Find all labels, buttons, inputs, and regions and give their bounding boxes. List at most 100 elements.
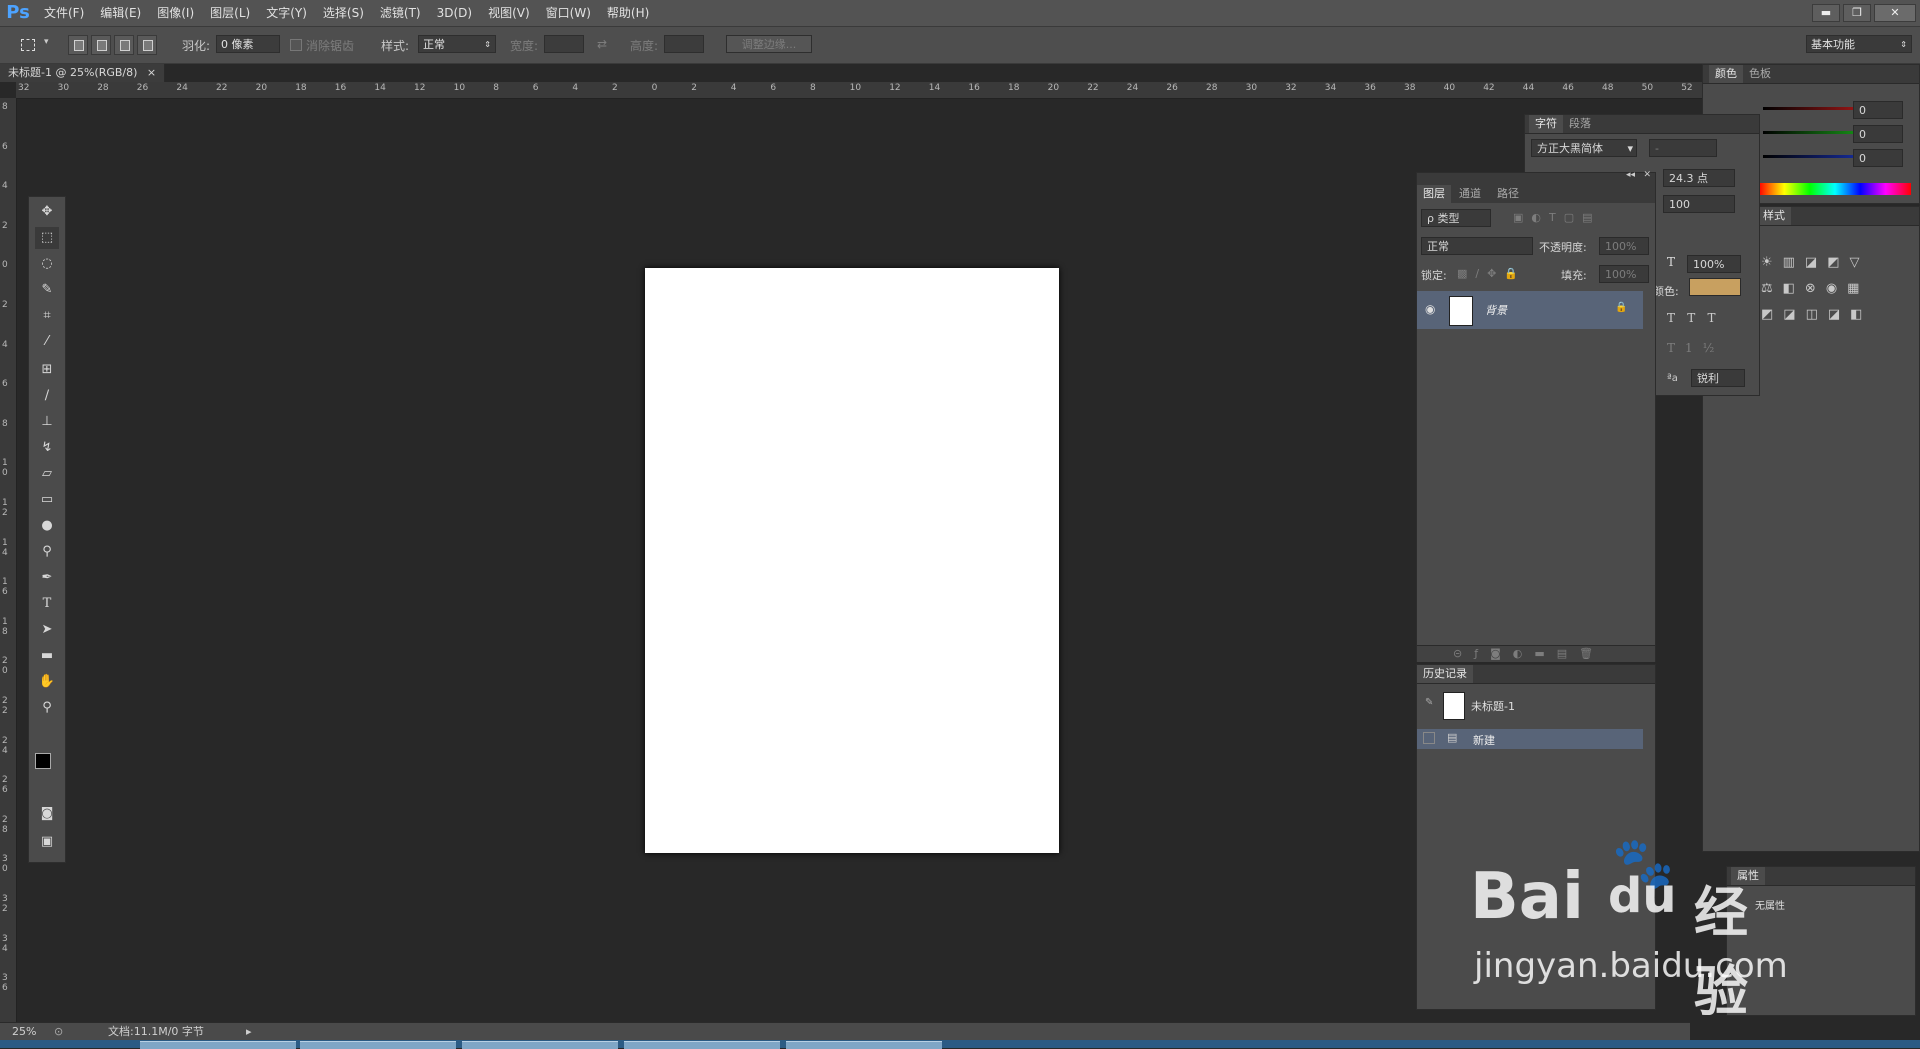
color-spectrum[interactable]	[1759, 183, 1911, 195]
vertical-scale-field[interactable]: 100%	[1687, 255, 1741, 273]
document-canvas[interactable]	[645, 268, 1059, 853]
tab-color[interactable]: 颜色	[1709, 65, 1743, 83]
menu-item[interactable]: 文字(Y)	[258, 0, 315, 26]
subtract-selection-icon[interactable]	[114, 35, 134, 55]
history-brush-icon[interactable]: ↯	[35, 437, 59, 459]
menu-item[interactable]: 文件(F)	[36, 0, 92, 26]
tab-styles[interactable]: 样式	[1757, 207, 1791, 225]
filter-kind-icons[interactable]: ▣◐T▢▤	[1513, 211, 1601, 224]
zoom-level[interactable]: 25%	[12, 1023, 36, 1041]
menu-item[interactable]: 选择(S)	[315, 0, 372, 26]
move-tool-icon[interactable]: ✥	[35, 201, 59, 223]
menu-item[interactable]: 视图(V)	[480, 0, 538, 26]
menu-item[interactable]: 3D(D)	[429, 0, 480, 26]
type-icon[interactable]: T	[35, 593, 59, 615]
status-info-icon[interactable]: ⊙	[54, 1023, 63, 1041]
menu-item[interactable]: 图层(L)	[202, 0, 258, 26]
tab-character[interactable]: 字符	[1529, 115, 1563, 133]
tab-swatches[interactable]: 色板	[1743, 65, 1777, 83]
close-tab-icon[interactable]: ×	[147, 66, 156, 79]
eyedropper-icon[interactable]: ⁄	[35, 331, 59, 353]
marquee-tool-preset-icon[interactable]	[18, 35, 38, 55]
history-state[interactable]: ▤ 新建	[1417, 729, 1643, 749]
adjustment-icons-row-1[interactable]: ☀▥◪◩▽	[1761, 255, 1870, 270]
red-value[interactable]: 0	[1853, 101, 1903, 119]
fill-field[interactable]: 100%	[1599, 265, 1649, 283]
workspace-select[interactable]: 基本功能 ⇕	[1806, 35, 1912, 53]
ruler-tick-label: 2	[691, 83, 697, 93]
new-selection-icon[interactable]	[68, 35, 88, 55]
layer-filter-select[interactable]: ρ 类型	[1421, 209, 1491, 227]
chevron-down-icon[interactable]: ▾	[44, 37, 49, 47]
refine-edge-button[interactable]: 调整边缘...	[726, 35, 812, 53]
rectangular-marquee-icon[interactable]: ⬚	[35, 227, 59, 249]
font-family-select[interactable]: 方正大黑简体 ▾	[1531, 139, 1637, 157]
layer-row[interactable]: ◉ 背景 🔒	[1417, 291, 1643, 329]
layer-action-icons[interactable]: ⊝ƒ◙◐▬▤🗑	[1453, 647, 1605, 660]
minimize-button[interactable]: ▬	[1812, 4, 1840, 22]
restore-button[interactable]: ❐	[1843, 4, 1871, 22]
lock-icons[interactable]: ▩∕✥🔒	[1457, 267, 1526, 280]
adjustment-icons-row-2[interactable]: ⚖◧⊗◉▦	[1761, 281, 1869, 296]
dodge-icon[interactable]: ⚲	[35, 541, 59, 563]
blue-value[interactable]: 0	[1853, 149, 1903, 167]
close-window-button[interactable]: ✕	[1874, 4, 1916, 22]
lasso-icon[interactable]: ◌	[35, 253, 59, 275]
antialias-select[interactable]: 锐利	[1691, 369, 1745, 387]
tracking-field[interactable]: 100	[1663, 195, 1735, 213]
tab-history[interactable]: 历史记录	[1417, 665, 1473, 683]
pen-icon[interactable]: ✒	[35, 567, 59, 589]
brush-icon[interactable]: ∕	[35, 385, 59, 407]
blend-mode-select[interactable]: 正常	[1421, 237, 1533, 255]
shape-icon[interactable]: ▬	[35, 645, 59, 667]
tab-layers[interactable]: 图层	[1417, 185, 1451, 203]
foreground-color-swatch[interactable]	[35, 753, 51, 769]
menu-item[interactable]: 图像(I)	[149, 0, 202, 26]
gradient-icon[interactable]: ▭	[35, 489, 59, 511]
antialias-checkbox[interactable]	[290, 39, 302, 51]
close-panel-icon[interactable]: ✕	[1643, 170, 1651, 180]
history-brush-icon[interactable]: ✎	[1425, 697, 1433, 708]
style-select[interactable]: 正常 ⇕	[418, 35, 496, 53]
crop-icon[interactable]: ⌗	[35, 305, 59, 327]
menu-item[interactable]: 编辑(E)	[92, 0, 149, 26]
zoom-icon[interactable]: ⚲	[35, 697, 59, 719]
state-checkbox[interactable]	[1423, 732, 1435, 744]
healing-brush-icon[interactable]: ⊞	[35, 359, 59, 381]
tab-paths[interactable]: 路径	[1491, 185, 1525, 203]
feather-input[interactable]: 0 像素	[216, 35, 280, 53]
intersect-selection-icon[interactable]	[137, 35, 157, 55]
opentype-buttons[interactable]: T1½	[1667, 341, 1724, 355]
blur-icon[interactable]: ●	[35, 515, 59, 537]
eraser-icon[interactable]: ▱	[35, 463, 59, 485]
green-value[interactable]: 0	[1853, 125, 1903, 143]
path-select-icon[interactable]: ➤	[35, 619, 59, 641]
menu-item[interactable]: 帮助(H)	[599, 0, 657, 26]
menu-item[interactable]: 滤镜(T)	[372, 0, 429, 26]
opacity-field[interactable]: 100%	[1599, 237, 1649, 255]
eye-icon[interactable]: ◉	[1425, 302, 1435, 316]
menu-item[interactable]: 窗口(W)	[538, 0, 599, 26]
collapse-icon[interactable]: ◂◂	[1626, 170, 1635, 180]
status-menu-arrow-icon[interactable]: ▸	[246, 1023, 252, 1041]
tab-channels[interactable]: 通道	[1453, 185, 1487, 203]
history-snapshot[interactable]: ✎ 未标题-1	[1417, 689, 1643, 721]
add-selection-icon[interactable]	[91, 35, 111, 55]
hand-icon[interactable]: ✋	[35, 671, 59, 693]
adjustment-icons-row-3[interactable]: ◩◪◫◪◧	[1761, 307, 1872, 322]
text-style-buttons[interactable]: TTT	[1667, 311, 1727, 325]
font-size-field[interactable]: 24.3 点	[1663, 169, 1735, 187]
horizontal-ruler[interactable]: 32 30 28 26 24 22 20 18 16 14 12 10 8 6 4 2 0 2 4 6 8 10 12 14 1…	[16, 82, 1702, 99]
width-input[interactable]	[544, 35, 584, 53]
text-color-swatch[interactable]	[1689, 278, 1741, 296]
clone-stamp-icon[interactable]: ⊥	[35, 411, 59, 433]
screen-mode-icon[interactable]: ▣	[35, 831, 59, 853]
vertical-ruler[interactable]: 8 6 4 2 0 2 4 6 8 10 12 14 16 18 20 22 24 26 28 30 32 34 36	[0, 98, 17, 1022]
tab-paragraph[interactable]: 段落	[1563, 115, 1597, 133]
height-input[interactable]	[664, 35, 704, 53]
quick-mask-icon[interactable]: ◙	[35, 803, 59, 825]
font-style-select[interactable]: -	[1649, 139, 1717, 157]
swap-icon[interactable]: ⇄	[597, 37, 607, 51]
document-tab[interactable]: 未标题-1 @ 25%(RGB/8) ×	[0, 64, 165, 82]
quick-select-icon[interactable]: ✎	[35, 279, 59, 301]
